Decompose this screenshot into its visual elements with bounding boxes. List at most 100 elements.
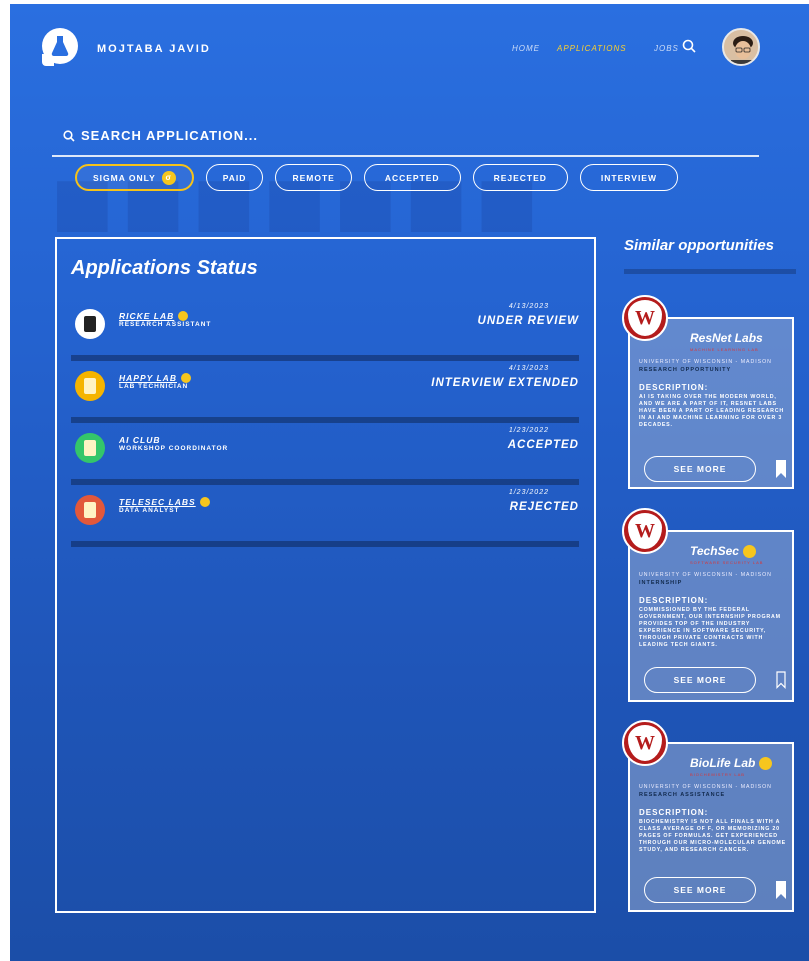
filter-sigma-only[interactable]: SIGMA ONLY σ (75, 164, 194, 191)
row-divider (71, 355, 579, 361)
application-row[interactable]: AI CLUB WORKSHOP COORDINATOR 1/23/2022 A… (71, 425, 579, 485)
application-name[interactable]: HAPPY LAB (119, 373, 177, 383)
search-underline (52, 155, 759, 157)
avatar-image (724, 30, 758, 64)
document-icon (75, 433, 105, 463)
similar-divider (624, 269, 796, 274)
search-bar[interactable]: SEARCH APPLICATION... (63, 128, 258, 143)
document-icon (75, 309, 105, 339)
filter-label: ACCEPTED (384, 172, 440, 183)
card-name: TechSec (690, 544, 739, 558)
username: MOJTABA JAVID (97, 43, 211, 55)
avatar[interactable] (722, 28, 760, 66)
row-divider (71, 417, 579, 423)
applications-status-panel: Applications Status RICKE LAB RESEARCH A… (55, 237, 596, 913)
card-description: AI is taking over the modern world, and … (639, 394, 785, 428)
document-icon (75, 371, 105, 401)
application-status: ACCEPTED (507, 439, 579, 451)
row-divider (71, 541, 579, 547)
filter-label: REMOTE (292, 172, 335, 183)
card-description-label: DESCRIPTION: (639, 808, 709, 817)
application-date: 4/13/2023 (508, 303, 549, 310)
card-subtitle: BIOCHEMISTRY LAB (690, 772, 745, 777)
university-seal-icon: W (622, 508, 668, 554)
page-background: ◼◼◼◼◼◼◼ MOJTABA JAVID HOME APPLICATIONS … (10, 4, 809, 961)
application-name[interactable]: RICKE LAB (119, 311, 174, 321)
bookmark-outline-icon[interactable] (776, 671, 786, 689)
card-university: UNIVERSITY OF WISCONSIN - MADISON (639, 359, 772, 365)
card-name: BioLife Lab (690, 756, 756, 770)
similar-title: Similar opportunities (624, 237, 775, 254)
application-status: INTERVIEW EXTENDED (431, 377, 579, 389)
card-type: RESEARCH ASSISTANCE (639, 792, 726, 798)
application-status: REJECTED (509, 501, 579, 513)
card-description-label: DESCRIPTION: (639, 383, 709, 392)
opportunity-card[interactable]: W BioLife Lab BIOCHEMISTRY LAB UNIVERSIT… (622, 720, 794, 912)
application-status: UNDER REVIEW (477, 315, 579, 327)
app-logo[interactable] (42, 28, 78, 66)
card-type: INTERNSHIP (639, 580, 683, 586)
filter-label: PAID (222, 172, 247, 183)
sigma-icon (759, 756, 773, 770)
application-row[interactable]: RICKE LAB RESEARCH ASSISTANT 4/13/2023 U… (71, 301, 579, 361)
nav-home-link[interactable]: HOME (512, 44, 540, 53)
card-subtitle: MACHINE LEARNING LAB (690, 347, 759, 352)
application-row[interactable]: HAPPY LAB LAB TECHNICIAN 4/13/2023 INTER… (71, 363, 579, 423)
card-university: UNIVERSITY OF WISCONSIN - MADISON (639, 784, 772, 790)
search-input[interactable]: SEARCH APPLICATION... (81, 128, 258, 143)
filter-remote[interactable]: REMOTE (275, 164, 352, 191)
opportunity-card[interactable]: W ResNet Labs MACHINE LEARNING LAB UNIVE… (622, 295, 794, 489)
card-description: Biochemistry is not all finals with a cl… (639, 819, 786, 853)
filter-rejected[interactable]: REJECTED (472, 164, 568, 191)
card-name-row: TechSec (690, 544, 756, 558)
application-role: DATA ANALYST (119, 507, 180, 514)
sigma-icon (742, 544, 756, 558)
application-name-row: TELESEC LABS (119, 497, 210, 507)
application-role: LAB TECHNICIAN (119, 383, 189, 390)
application-row[interactable]: TELESEC LABS DATA ANALYST 1/23/2022 REJE… (71, 487, 579, 547)
application-date: 1/23/2022 (508, 427, 549, 434)
card-name-row: BioLife Lab (690, 756, 773, 770)
see-more-button[interactable]: SEE MORE (644, 877, 756, 903)
university-seal-icon: W (622, 720, 668, 766)
card-name-row: ResNet Labs (690, 331, 763, 345)
filter-accepted[interactable]: ACCEPTED (363, 164, 461, 191)
application-name-row: HAPPY LAB (119, 373, 191, 383)
application-role: RESEARCH ASSISTANT (119, 321, 212, 328)
bookmark-icon[interactable] (776, 460, 786, 478)
opportunity-card[interactable]: W TechSec SOFTWARE SECURITY LAB UNIVERSI… (622, 508, 794, 702)
application-name[interactable]: TELESEC LABS (119, 497, 196, 507)
flask-icon (51, 36, 69, 57)
see-more-button[interactable]: SEE MORE (644, 667, 756, 693)
filter-interview[interactable]: INTERVIEW (579, 164, 678, 191)
application-date: 1/23/2022 (508, 489, 549, 496)
nav-applications-link[interactable]: APPLICATIONS (557, 44, 627, 53)
card-type: RESEARCH OPPORTUNITY (639, 367, 732, 373)
card-description: Commissioned by the federal government, … (639, 607, 781, 648)
row-divider (71, 479, 579, 485)
card-subtitle: SOFTWARE SECURITY LAB (690, 560, 764, 565)
application-role: WORKSHOP COORDINATOR (119, 445, 229, 452)
sigma-icon (178, 311, 189, 321)
application-name-row: RICKE LAB (119, 311, 189, 321)
application-name[interactable]: AI CLUB (119, 435, 160, 445)
sigma-icon (180, 373, 191, 383)
filter-label: SIGMA ONLY (93, 172, 156, 183)
see-more-button[interactable]: SEE MORE (644, 456, 756, 482)
application-date: 4/13/2023 (508, 365, 549, 372)
nav-jobs-link[interactable]: JOBS (654, 44, 679, 53)
filter-paid[interactable]: PAID (205, 164, 264, 191)
search-icon[interactable] (682, 39, 696, 53)
filter-label: REJECTED (493, 172, 547, 183)
card-description-label: DESCRIPTION: (639, 596, 709, 605)
card-university: UNIVERSITY OF WISCONSIN - MADISON (639, 572, 772, 578)
sigma-icon (199, 497, 210, 507)
document-icon (75, 495, 105, 525)
filter-label: INTERVIEW (600, 172, 657, 183)
university-seal-icon: W (622, 295, 668, 341)
sigma-icon: σ (161, 170, 176, 185)
panel-title: Applications Status (71, 257, 258, 279)
card-name: ResNet Labs (690, 331, 763, 345)
bookmark-icon[interactable] (776, 881, 786, 899)
search-icon (63, 129, 75, 142)
